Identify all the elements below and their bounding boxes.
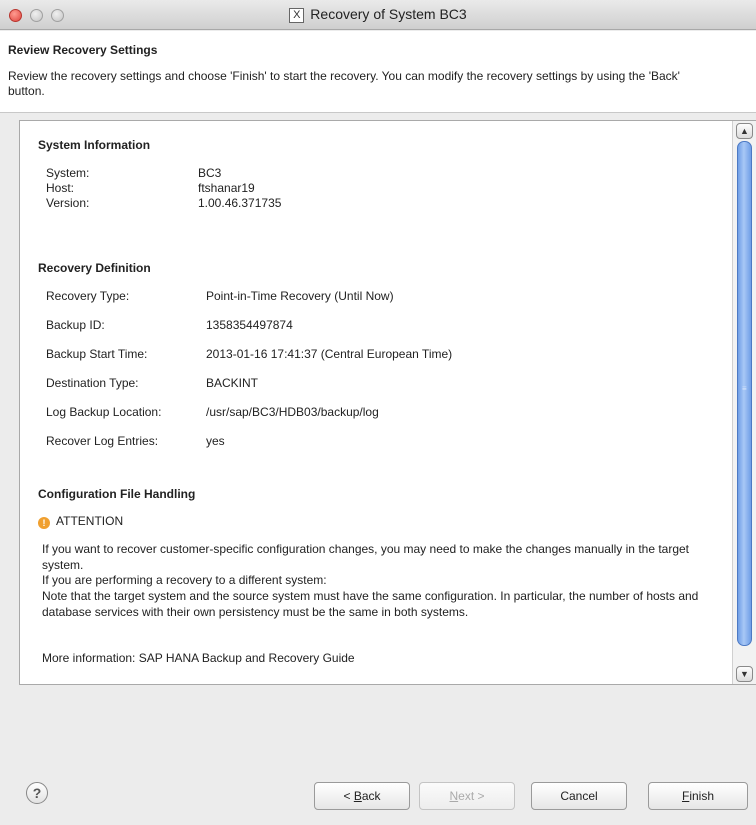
version-value: 1.00.46.371735 (198, 196, 282, 210)
attention-notice: ! ATTENTION (38, 514, 123, 529)
destination-type-label: Destination Type: (46, 376, 139, 390)
config-paragraph-3: Note that the target system and the sour… (42, 589, 699, 619)
config-paragraph-2: If you are performing a recovery to a di… (42, 573, 327, 587)
help-button[interactable]: ? (26, 782, 48, 804)
host-value: ftshanar19 (198, 181, 255, 195)
system-info-title: System Information (38, 138, 151, 152)
scroll-up-button[interactable]: ▲ (736, 123, 753, 139)
settings-content: System Information System: BC3 Host: fts… (20, 121, 732, 684)
window-title-bar: X Recovery of System BC3 (0, 0, 756, 30)
scroll-grip-icon: ≡ (742, 384, 747, 393)
x-window-icon: X (289, 8, 305, 23)
version-label: Version: (46, 196, 90, 210)
warning-icon: ! (38, 517, 50, 529)
recovery-type-label: Recovery Type: (46, 289, 130, 303)
recovery-type-value: Point-in-Time Recovery (Until Now) (206, 289, 394, 303)
finish-button[interactable]: Finish (648, 782, 748, 810)
log-backup-location-label: Log Backup Location: (46, 405, 162, 419)
scroll-down-button[interactable]: ▼ (736, 666, 753, 682)
finish-rest: inish (689, 789, 715, 803)
system-value: BC3 (198, 166, 222, 180)
host-label: Host: (46, 181, 75, 195)
recovery-definition-title: Recovery Definition (38, 261, 151, 275)
back-prefix: < (343, 789, 354, 803)
recover-log-entries-value: yes (206, 434, 225, 448)
vertical-scrollbar[interactable]: ▲ ≡ ▼ (732, 121, 756, 684)
config-paragraph-4: More information: SAP HANA Backup and Re… (42, 651, 355, 665)
window-title-wrap: X Recovery of System BC3 (0, 6, 756, 23)
config-paragraph-1: If you want to recover customer-specific… (42, 542, 690, 572)
system-label: System: (46, 166, 90, 180)
backup-start-time-label: Backup Start Time: (46, 347, 148, 361)
page-description: Review the recovery settings and choose … (8, 69, 680, 98)
back-mnemonic: B (353, 789, 362, 803)
attention-label: ATTENTION (56, 514, 124, 528)
next-rest: ext > (458, 789, 485, 803)
scroll-thumb[interactable]: ≡ (737, 141, 752, 646)
back-button[interactable]: < Back (314, 782, 410, 810)
config-handling-title: Configuration File Handling (38, 487, 196, 501)
window-title: Recovery of System BC3 (310, 6, 467, 22)
recover-log-entries-label: Recover Log Entries: (46, 434, 159, 448)
back-rest: ack (361, 789, 381, 803)
wizard-header: Review Recovery Settings Review the reco… (0, 31, 756, 113)
backup-start-time-value: 2013-01-16 17:41:37 (Central European Ti… (206, 347, 453, 361)
destination-type-value: BACKINT (206, 376, 259, 390)
next-mnemonic: N (449, 789, 459, 803)
next-button[interactable]: Next > (419, 782, 515, 810)
backup-id-value: 1358354497874 (206, 318, 293, 332)
log-backup-location-value: /usr/sap/BC3/HDB03/backup/log (206, 405, 379, 419)
settings-panel[interactable]: System Information System: BC3 Host: fts… (19, 120, 756, 685)
cancel-button[interactable]: Cancel (531, 782, 627, 810)
page-title: Review Recovery Settings (8, 43, 158, 57)
backup-id-label: Backup ID: (46, 318, 105, 332)
